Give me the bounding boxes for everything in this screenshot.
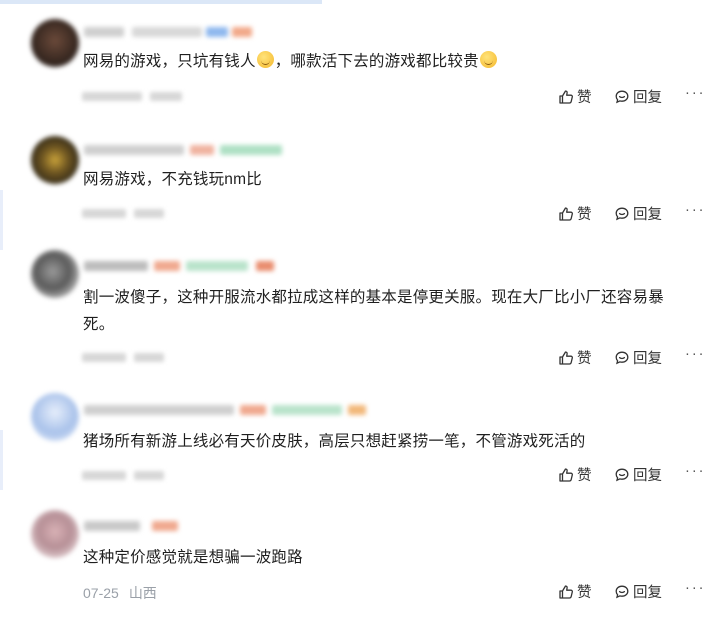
- more-button[interactable]: ···: [685, 580, 706, 596]
- thumbs-up-icon: [559, 206, 573, 221]
- reply-button[interactable]: 回复: [614, 203, 662, 224]
- like-button[interactable]: 赞: [558, 347, 592, 368]
- avatar[interactable]: [31, 250, 79, 298]
- reply-button[interactable]: 回复: [614, 464, 662, 485]
- smile-emoji-icon: [256, 51, 274, 68]
- comment-text: 这种定价感觉就是想骗一波跑路: [83, 549, 303, 566]
- username-blurred[interactable]: [82, 140, 292, 160]
- timestamp-blurred: [82, 205, 172, 221]
- timestamp-blurred: [82, 467, 172, 483]
- thumbs-up-icon: [559, 467, 573, 482]
- reply-button[interactable]: 回复: [614, 86, 662, 107]
- thumbs-up-icon: [559, 350, 573, 365]
- username-blurred[interactable]: [82, 256, 282, 276]
- more-button[interactable]: ···: [685, 463, 706, 479]
- reply-button[interactable]: 回复: [614, 581, 662, 602]
- like-button[interactable]: 赞: [558, 86, 592, 107]
- more-dots-icon: ···: [685, 463, 706, 479]
- comment-text: 猪场所有新游上线必有天价皮肤，高层只想赶紧捞一笔，不管游戏死活的: [83, 433, 586, 450]
- edge-mark: [0, 190, 3, 250]
- username-blurred[interactable]: [82, 400, 372, 420]
- reply-button[interactable]: 回复: [614, 347, 662, 368]
- thumbs-up-icon: [559, 89, 573, 104]
- more-dots-icon: ···: [685, 202, 706, 218]
- smile-emoji-icon: [479, 51, 497, 68]
- like-button[interactable]: 赞: [558, 581, 592, 602]
- chat-bubble-icon: [615, 585, 629, 598]
- more-dots-icon: ···: [685, 85, 706, 101]
- more-button[interactable]: ···: [685, 346, 706, 362]
- timestamp-blurred: [82, 88, 192, 104]
- top-divider: [0, 0, 322, 4]
- comment-date: 07-25: [83, 585, 119, 601]
- comment-meta: 07-25 山西: [83, 583, 167, 603]
- username-blurred[interactable]: [82, 516, 192, 536]
- avatar[interactable]: [31, 393, 79, 441]
- avatar[interactable]: [31, 136, 79, 184]
- username-blurred[interactable]: [82, 22, 272, 42]
- chat-bubble-icon: [615, 207, 629, 220]
- like-button[interactable]: 赞: [558, 203, 592, 224]
- comment-text: 网易的游戏，只坑有钱人 ，哪款活下去的游戏都比较贵: [83, 48, 693, 75]
- more-dots-icon: ···: [685, 580, 706, 596]
- comment-text: 网易游戏，不充钱玩nm比: [83, 171, 262, 188]
- chat-bubble-icon: [615, 90, 629, 103]
- avatar[interactable]: [31, 19, 79, 67]
- more-dots-icon: ···: [685, 346, 706, 362]
- thumbs-up-icon: [559, 584, 573, 599]
- comment-location: 山西: [128, 585, 157, 601]
- more-button[interactable]: ···: [685, 85, 706, 101]
- edge-mark: [0, 430, 3, 490]
- like-button[interactable]: 赞: [558, 464, 592, 485]
- avatar[interactable]: [31, 510, 79, 558]
- comment-text: 割一波傻子，这种开服流水都拉成这样的基本是停更关服。现在大厂比小厂还容易暴死。: [83, 289, 664, 333]
- timestamp-blurred: [82, 349, 172, 365]
- chat-bubble-icon: [615, 351, 629, 364]
- chat-bubble-icon: [615, 468, 629, 481]
- more-button[interactable]: ···: [685, 202, 706, 218]
